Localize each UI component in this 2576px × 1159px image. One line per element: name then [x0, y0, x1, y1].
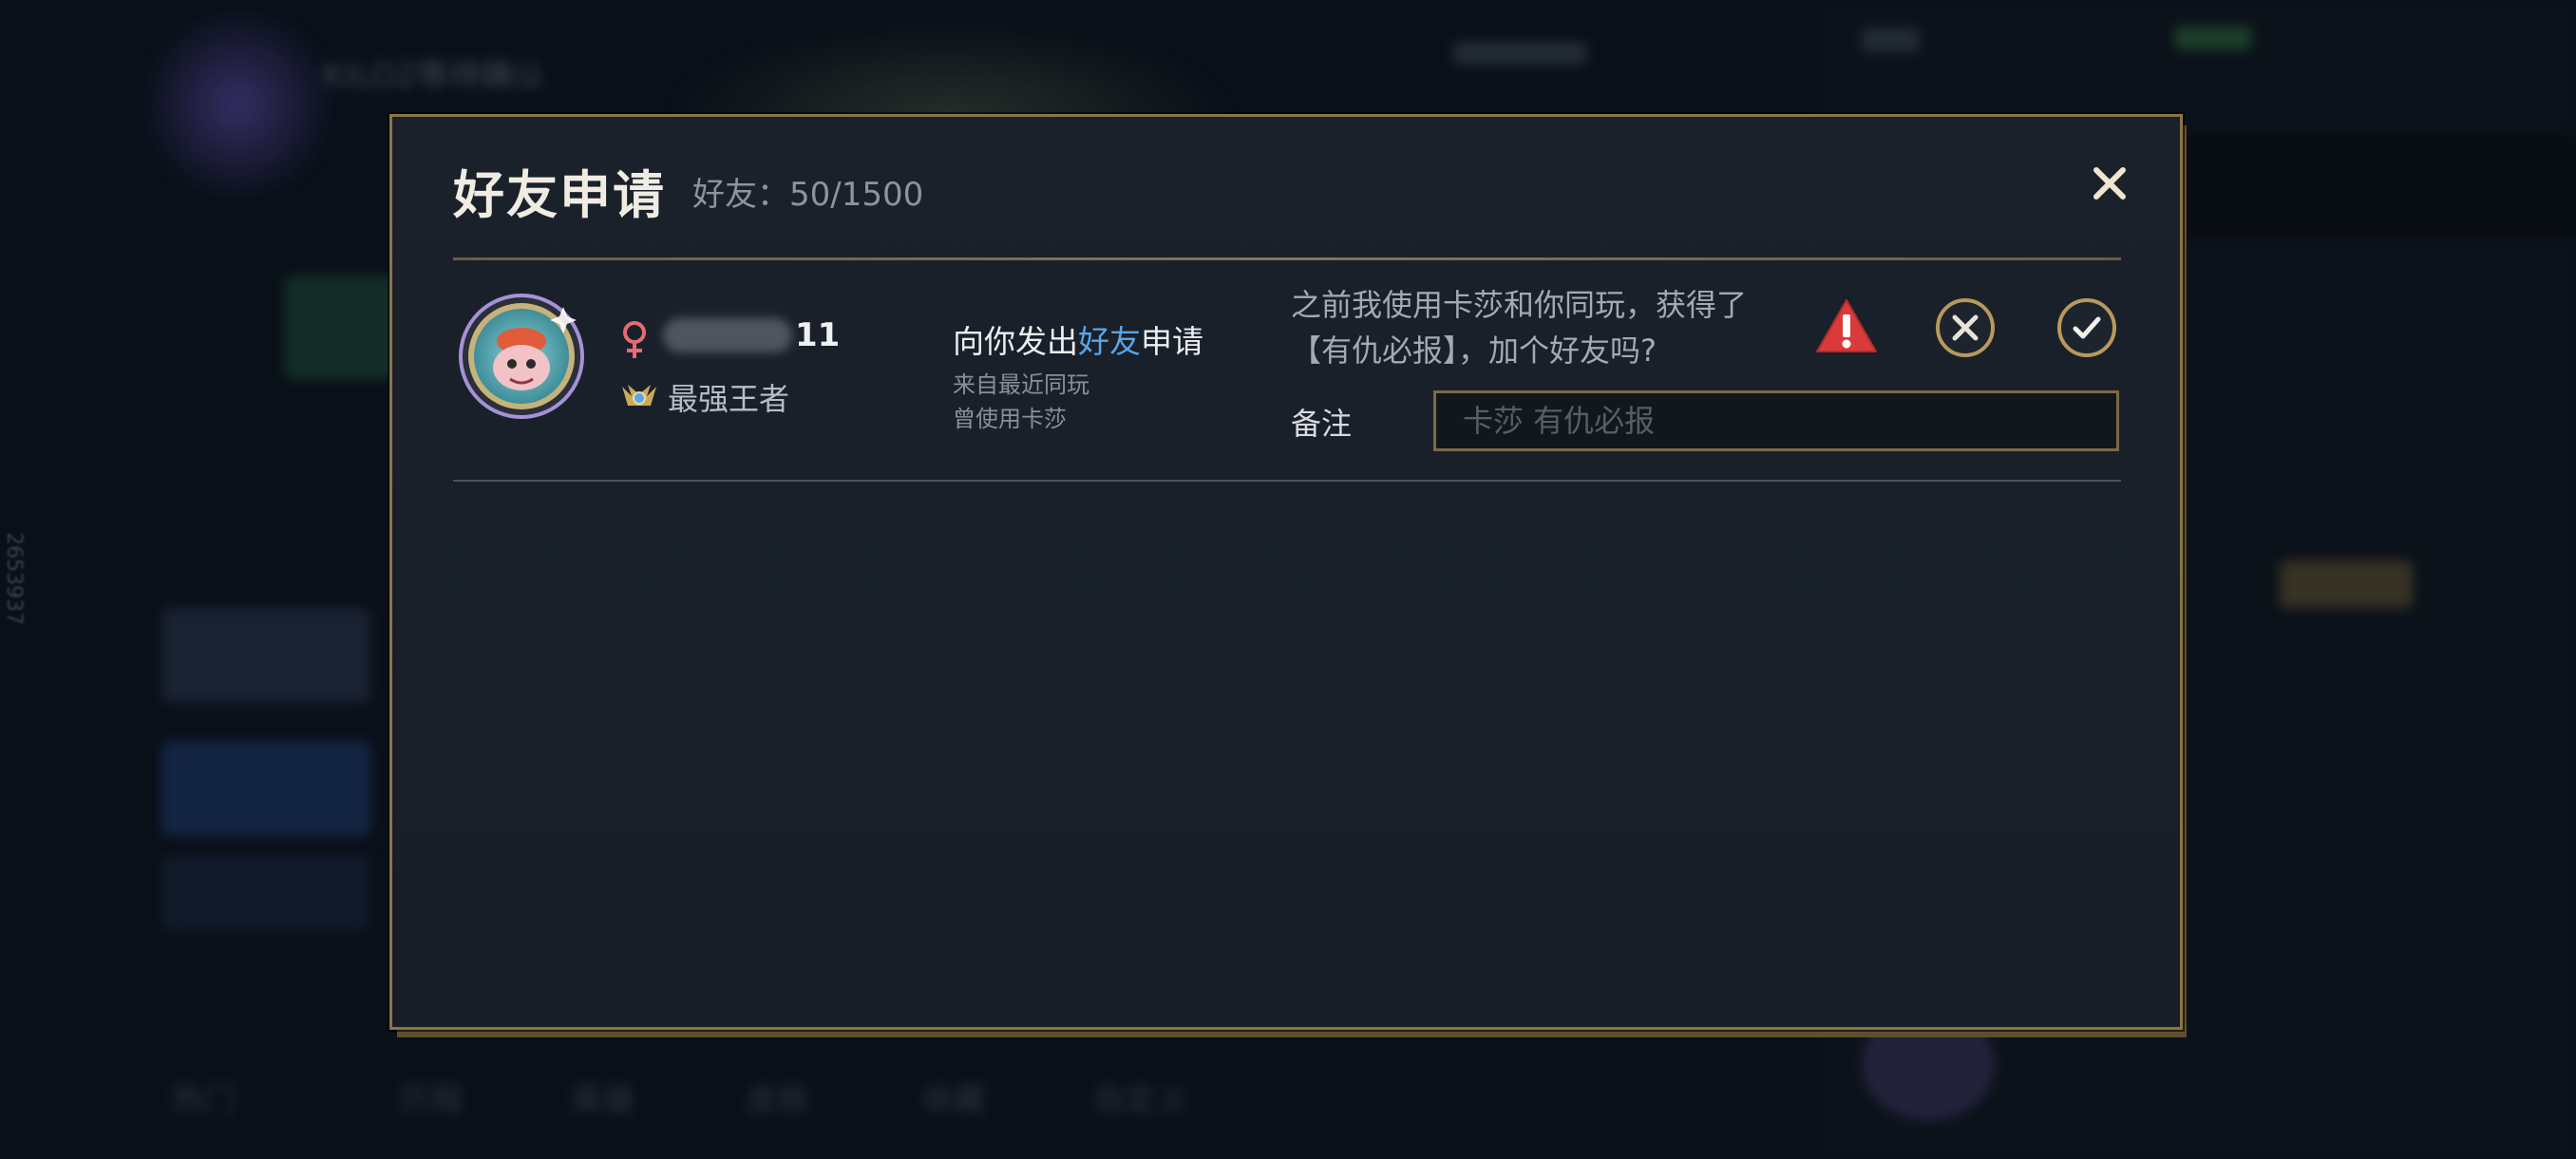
- dialog-title: 好友申请: [453, 165, 666, 225]
- side-id: 2653937: [2, 532, 26, 625]
- accept-button[interactable]: [2056, 297, 2117, 358]
- close-button[interactable]: [2089, 162, 2131, 204]
- request-prefix: 向你发出: [953, 323, 1078, 360]
- reject-x-icon: [1936, 298, 1995, 357]
- rank-label: 最强王者: [668, 381, 790, 417]
- close-icon: [2093, 167, 2126, 200]
- used-champion: 曾使用卡莎: [953, 406, 1067, 432]
- request-highlight: 好友: [1078, 323, 1141, 360]
- request-source: 来自最近同玩: [953, 371, 1089, 398]
- reject-button[interactable]: [1935, 297, 1996, 358]
- row-divider: [453, 480, 2121, 482]
- note-label: 备注: [1291, 406, 1353, 442]
- header-divider: [453, 257, 2121, 260]
- friend-request-dialog: 好友申请 好友：50/1500 11 最强王者 向你发出好友申请 来自最近同玩 …: [389, 114, 2183, 1030]
- female-icon: [623, 321, 646, 358]
- accept-check-icon: [2057, 298, 2116, 357]
- friend-count: 好友：50/1500: [692, 176, 924, 214]
- report-warning-icon[interactable]: [1815, 297, 1878, 354]
- rank-challenger-icon: [622, 385, 656, 406]
- player-name-suffix: 11: [795, 316, 841, 354]
- avatar[interactable]: [457, 292, 586, 421]
- player-name-obscured: [663, 318, 792, 352]
- note-input[interactable]: [1433, 390, 2119, 451]
- request-suffix: 申请: [1141, 323, 1203, 360]
- request-message: 之前我使用卡莎和你同玩，获得了【有仇必报】，加个好友吗?: [1291, 287, 1748, 369]
- request-description: 向你发出好友申请: [953, 316, 1203, 362]
